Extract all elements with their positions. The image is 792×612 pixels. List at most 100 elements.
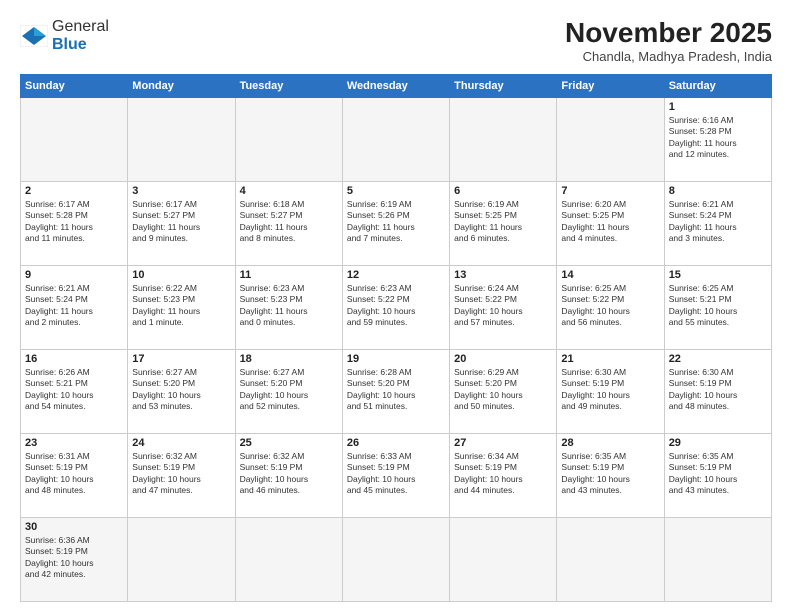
day-info: Sunrise: 6:36 AM Sunset: 5:19 PM Dayligh… [25, 535, 123, 581]
day-info: Sunrise: 6:23 AM Sunset: 5:23 PM Dayligh… [240, 283, 338, 329]
day-number: 29 [669, 437, 767, 449]
calendar-cell: 28 Sunrise: 6:35 AM Sunset: 5:19 PM Dayli… [557, 433, 664, 517]
day-info: Sunrise: 6:30 AM Sunset: 5:19 PM Dayligh… [561, 367, 659, 413]
day-number: 10 [132, 269, 230, 281]
calendar-cell: 5 Sunrise: 6:19 AM Sunset: 5:26 PM Daylig… [342, 181, 449, 265]
calendar-cell: 23Sunrise: 6:31 AM Sunset: 5:19 PM Dayli… [21, 433, 128, 517]
day-info: Sunrise: 6:24 AM Sunset: 5:22 PM Dayligh… [454, 283, 552, 329]
day-info: Sunrise: 6:16 AM Sunset: 5:28 PM Dayligh… [669, 115, 767, 161]
day-number: 20 [454, 353, 552, 365]
col-wednesday: Wednesday [342, 74, 449, 97]
day-number: 5 [347, 185, 445, 197]
calendar-cell [450, 97, 557, 181]
day-info: Sunrise: 6:17 AM Sunset: 5:27 PM Dayligh… [132, 199, 230, 245]
day-info: Sunrise: 6:22 AM Sunset: 5:23 PM Dayligh… [132, 283, 230, 329]
calendar-cell: 18 Sunrise: 6:27 AM Sunset: 5:20 PM Dayli… [235, 349, 342, 433]
calendar-cell [128, 97, 235, 181]
calendar-cell [128, 517, 235, 601]
day-number: 18 [240, 353, 338, 365]
day-info: Sunrise: 6:32 AM Sunset: 5:19 PM Dayligh… [240, 451, 338, 497]
day-info: Sunrise: 6:19 AM Sunset: 5:26 PM Dayligh… [347, 199, 445, 245]
day-info: Sunrise: 6:21 AM Sunset: 5:24 PM Dayligh… [25, 283, 123, 329]
calendar-cell: 4 Sunrise: 6:18 AM Sunset: 5:27 PM Daylig… [235, 181, 342, 265]
day-number: 4 [240, 185, 338, 197]
calendar-week-row: 9 Sunrise: 6:21 AM Sunset: 5:24 PM Daylig… [21, 265, 772, 349]
day-number: 19 [347, 353, 445, 365]
calendar-cell: 7 Sunrise: 6:20 AM Sunset: 5:25 PM Daylig… [557, 181, 664, 265]
calendar-cell: 13 Sunrise: 6:24 AM Sunset: 5:22 PM Dayli… [450, 265, 557, 349]
day-number: 8 [669, 185, 767, 197]
day-info: Sunrise: 6:27 AM Sunset: 5:20 PM Dayligh… [132, 367, 230, 413]
calendar-cell: 10 Sunrise: 6:22 AM Sunset: 5:23 PM Dayli… [128, 265, 235, 349]
calendar-cell: 11 Sunrise: 6:23 AM Sunset: 5:23 PM Dayli… [235, 265, 342, 349]
calendar-cell: 26Sunrise: 6:33 AM Sunset: 5:19 PM Dayli… [342, 433, 449, 517]
day-info: Sunrise: 6:21 AM Sunset: 5:24 PM Dayligh… [669, 199, 767, 245]
calendar-cell: 2 Sunrise: 6:17 AM Sunset: 5:28 PM Daylig… [21, 181, 128, 265]
calendar-cell [342, 97, 449, 181]
calendar-cell: 9 Sunrise: 6:21 AM Sunset: 5:24 PM Daylig… [21, 265, 128, 349]
logo-blue: Blue [52, 36, 87, 53]
calendar-week-row: 1 Sunrise: 6:16 AM Sunset: 5:28 PM Daylig… [21, 97, 772, 181]
day-number: 22 [669, 353, 767, 365]
col-thursday: Thursday [450, 74, 557, 97]
day-number: 2 [25, 185, 123, 197]
day-info: Sunrise: 6:30 AM Sunset: 5:19 PM Dayligh… [669, 367, 767, 413]
day-info: Sunrise: 6:18 AM Sunset: 5:27 PM Dayligh… [240, 199, 338, 245]
day-number: 28 [561, 437, 659, 449]
calendar-cell: 15 Sunrise: 6:25 AM Sunset: 5:21 PM Dayli… [664, 265, 771, 349]
calendar-cell [557, 517, 664, 601]
logo-text: General Blue [52, 18, 109, 53]
day-info: Sunrise: 6:23 AM Sunset: 5:22 PM Dayligh… [347, 283, 445, 329]
logo-icon [20, 25, 48, 47]
day-number: 7 [561, 185, 659, 197]
day-info: Sunrise: 6:25 AM Sunset: 5:21 PM Dayligh… [669, 283, 767, 329]
day-info: Sunrise: 6:20 AM Sunset: 5:25 PM Dayligh… [561, 199, 659, 245]
day-info: Sunrise: 6:27 AM Sunset: 5:20 PM Dayligh… [240, 367, 338, 413]
col-friday: Friday [557, 74, 664, 97]
calendar-week-row: 30 Sunrise: 6:36 AM Sunset: 5:19 PM Dayli… [21, 517, 772, 601]
day-number: 25 [240, 437, 338, 449]
day-number: 13 [454, 269, 552, 281]
calendar-cell: 19 Sunrise: 6:28 AM Sunset: 5:20 PM Dayli… [342, 349, 449, 433]
day-number: 15 [669, 269, 767, 281]
col-monday: Monday [128, 74, 235, 97]
calendar-cell: 17 Sunrise: 6:27 AM Sunset: 5:20 PM Dayli… [128, 349, 235, 433]
col-tuesday: Tuesday [235, 74, 342, 97]
calendar-cell: 25 Sunrise: 6:32 AM Sunset: 5:19 PM Dayli… [235, 433, 342, 517]
calendar-cell [235, 517, 342, 601]
day-number: 12 [347, 269, 445, 281]
calendar-header-row: Sunday Monday Tuesday Wednesday Thursday… [21, 74, 772, 97]
calendar-cell [557, 97, 664, 181]
day-number: 16 [25, 353, 123, 365]
day-number: 30 [25, 521, 123, 533]
col-saturday: Saturday [664, 74, 771, 97]
day-info: Sunrise: 6:28 AM Sunset: 5:20 PM Dayligh… [347, 367, 445, 413]
day-number: 6 [454, 185, 552, 197]
day-number: 24 [132, 437, 230, 449]
day-info: Sunrise: 6:35 AM Sunset: 5:19 PM Dayligh… [561, 451, 659, 497]
day-number: 3 [132, 185, 230, 197]
day-number: 21 [561, 353, 659, 365]
calendar-cell: 12 Sunrise: 6:23 AM Sunset: 5:22 PM Dayli… [342, 265, 449, 349]
calendar-week-row: 23Sunrise: 6:31 AM Sunset: 5:19 PM Dayli… [21, 433, 772, 517]
calendar-cell: 16Sunrise: 6:26 AM Sunset: 5:21 PM Dayli… [21, 349, 128, 433]
day-number: 9 [25, 269, 123, 281]
day-info: Sunrise: 6:34 AM Sunset: 5:19 PM Dayligh… [454, 451, 552, 497]
month-title: November 2025 [565, 18, 772, 49]
calendar-cell: 1 Sunrise: 6:16 AM Sunset: 5:28 PM Daylig… [664, 97, 771, 181]
day-info: Sunrise: 6:32 AM Sunset: 5:19 PM Dayligh… [132, 451, 230, 497]
calendar-cell: 29 Sunrise: 6:35 AM Sunset: 5:19 PM Dayli… [664, 433, 771, 517]
calendar-table: Sunday Monday Tuesday Wednesday Thursday… [20, 74, 772, 602]
logo-general: General [52, 18, 109, 35]
calendar-cell: 6 Sunrise: 6:19 AM Sunset: 5:25 PM Daylig… [450, 181, 557, 265]
day-number: 17 [132, 353, 230, 365]
day-info: Sunrise: 6:25 AM Sunset: 5:22 PM Dayligh… [561, 283, 659, 329]
day-number: 1 [669, 101, 767, 113]
day-info: Sunrise: 6:31 AM Sunset: 5:19 PM Dayligh… [25, 451, 123, 497]
calendar-cell [664, 517, 771, 601]
day-info: Sunrise: 6:35 AM Sunset: 5:19 PM Dayligh… [669, 451, 767, 497]
day-info: Sunrise: 6:17 AM Sunset: 5:28 PM Dayligh… [25, 199, 123, 245]
day-number: 27 [454, 437, 552, 449]
day-number: 11 [240, 269, 338, 281]
day-info: Sunrise: 6:19 AM Sunset: 5:25 PM Dayligh… [454, 199, 552, 245]
